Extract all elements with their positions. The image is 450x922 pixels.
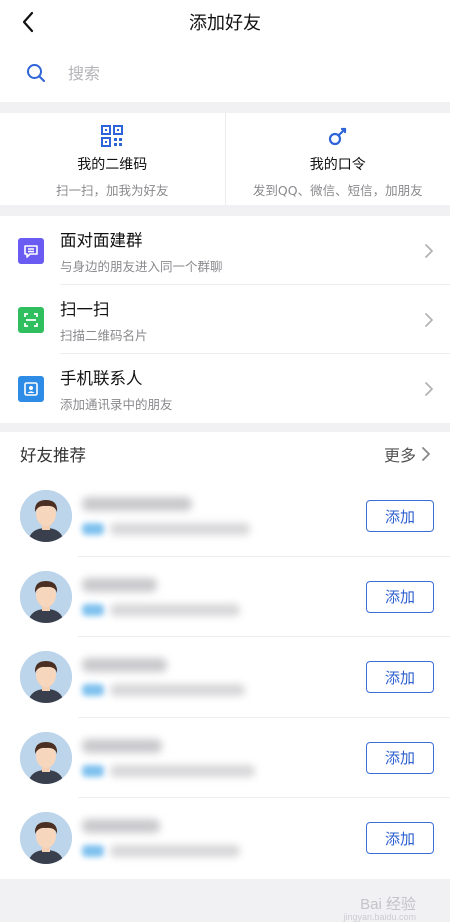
quick-title: 我的口令 xyxy=(310,154,366,174)
chevron-right-icon xyxy=(424,381,434,397)
blurred-user-info xyxy=(82,497,366,535)
face-to-face-group-icon xyxy=(18,238,44,264)
quick-subtitle: 扫一扫，加我为好友 xyxy=(56,180,169,199)
qr-code-icon xyxy=(101,125,123,147)
divider xyxy=(0,102,450,113)
recommendation-row: 添加 xyxy=(0,476,450,557)
menu-title: 扫一扫 xyxy=(60,296,424,320)
quick-actions: 我的二维码 扫一扫，加我为好友 我的口令 发到QQ、微信、短信，加朋友 xyxy=(0,113,450,205)
chevron-left-icon xyxy=(21,11,35,33)
recommendation-row: 添加 xyxy=(0,718,450,799)
blurred-user-info xyxy=(82,819,366,857)
avatar xyxy=(20,812,72,864)
menu-item-face-to-face-group[interactable]: 面对面建群 与身边的朋友进入同一个群聊 xyxy=(0,216,450,285)
menu-item-phone-contacts[interactable]: 手机联系人 添加通讯录中的朋友 xyxy=(0,354,450,423)
add-friend-button[interactable]: 添加 xyxy=(366,822,434,854)
add-friend-button[interactable]: 添加 xyxy=(366,500,434,532)
chevron-right-icon xyxy=(424,312,434,328)
recommendation-row: 添加 xyxy=(0,637,450,718)
my-code-word-button[interactable]: 我的口令 发到QQ、微信、短信，加朋友 xyxy=(225,113,450,205)
add-methods-menu: 面对面建群 与身边的朋友进入同一个群聊 扫一扫 扫描二维码名片 xyxy=(0,216,450,423)
recommendations-header: 好友推荐 更多 xyxy=(0,432,450,476)
key-icon xyxy=(327,125,349,147)
watermark: Bai 经验 jingyan.baidu.com xyxy=(360,893,416,914)
friend-recommendations: 好友推荐 更多 添加 xyxy=(0,432,450,879)
more-label: 更多 xyxy=(384,442,416,466)
menu-subtitle: 扫描二维码名片 xyxy=(60,325,424,344)
menu-subtitle: 与身边的朋友进入同一个群聊 xyxy=(60,256,424,275)
quick-subtitle: 发到QQ、微信、短信，加朋友 xyxy=(253,180,423,199)
chevron-right-icon xyxy=(424,243,434,259)
my-qr-code-button[interactable]: 我的二维码 扫一扫，加我为好友 xyxy=(0,113,225,205)
add-friend-button[interactable]: 添加 xyxy=(366,581,434,613)
avatar xyxy=(20,732,72,784)
contacts-icon xyxy=(18,376,44,402)
menu-title: 面对面建群 xyxy=(60,227,424,251)
add-friend-button[interactable]: 添加 xyxy=(366,661,434,693)
quick-title: 我的二维码 xyxy=(77,154,147,174)
section-title: 好友推荐 xyxy=(20,442,86,466)
recommendation-row: 添加 xyxy=(0,798,450,879)
blurred-user-info xyxy=(82,739,366,777)
chevron-right-icon xyxy=(420,446,432,462)
search-input[interactable] xyxy=(66,63,370,84)
watermark-url: jingyan.baidu.com xyxy=(343,912,416,922)
blurred-user-info xyxy=(82,578,366,616)
avatar xyxy=(20,651,72,703)
avatar xyxy=(20,490,72,542)
recommendation-row: 添加 xyxy=(0,557,450,638)
search-bar[interactable] xyxy=(0,44,450,102)
divider xyxy=(0,205,450,216)
add-friend-button[interactable]: 添加 xyxy=(366,742,434,774)
blurred-user-info xyxy=(82,658,366,696)
more-link[interactable]: 更多 xyxy=(384,442,432,466)
watermark-text: Bai 经验 xyxy=(360,893,416,914)
top-bar: 添加好友 xyxy=(0,0,450,44)
menu-title: 手机联系人 xyxy=(60,365,424,389)
scan-icon xyxy=(18,307,44,333)
menu-item-scan[interactable]: 扫一扫 扫描二维码名片 xyxy=(0,285,450,354)
search-icon xyxy=(26,63,46,83)
avatar xyxy=(20,571,72,623)
menu-subtitle: 添加通讯录中的朋友 xyxy=(60,394,424,413)
back-button[interactable] xyxy=(14,8,42,36)
page-title: 添加好友 xyxy=(189,9,261,35)
